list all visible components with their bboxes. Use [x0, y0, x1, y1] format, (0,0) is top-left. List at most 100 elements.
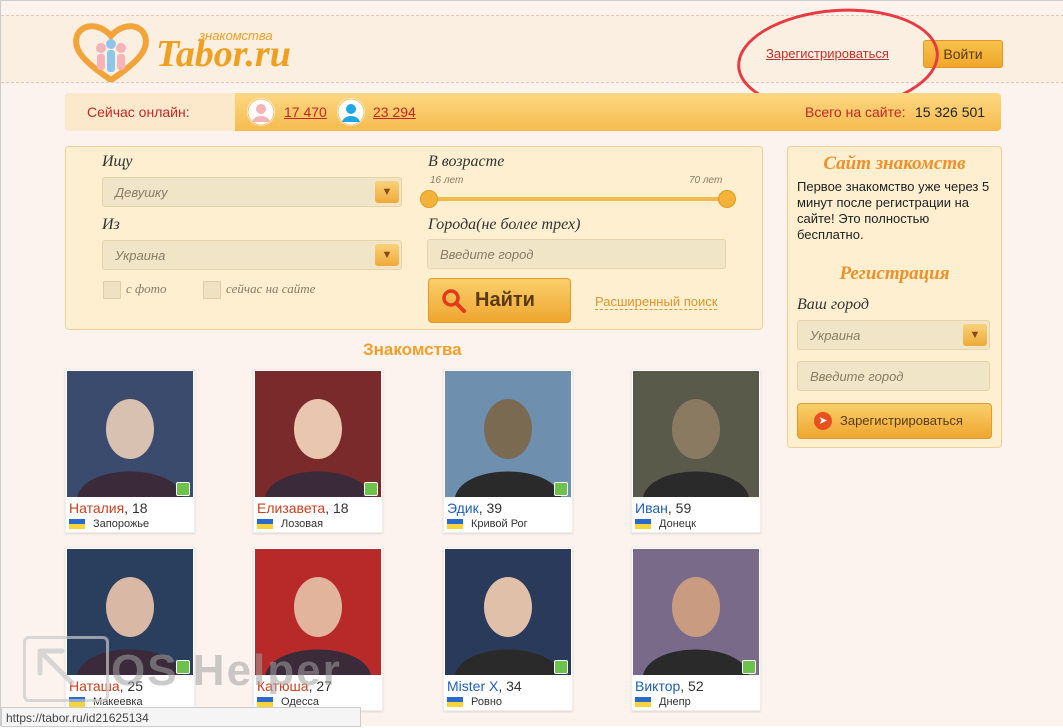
profile-name[interactable]: Иван [635, 500, 668, 516]
cities-label: Города(не более трех) [428, 216, 581, 233]
profile-name[interactable]: Mister X [447, 678, 498, 694]
profile-card[interactable]: Елизавета, 18 Лозовая [253, 369, 383, 533]
sidebar-register-button[interactable]: ➤ Зарегистрироваться [797, 403, 992, 439]
online-now-label[interactable]: сейчас на сайте [226, 281, 315, 297]
profile-city: Ровно [471, 696, 503, 708]
ukraine-flag-icon [69, 519, 85, 530]
profile-photo[interactable] [255, 371, 381, 497]
profile-city-row: Днепр [635, 696, 691, 708]
profile-city: Днепр [659, 696, 691, 708]
profile-card[interactable]: Иван, 59 Донецк [631, 369, 761, 533]
age-min-label: 16 лет [430, 175, 464, 186]
sidebar-country-value: Украина [810, 328, 861, 343]
seek-select[interactable]: Девушку ▼ [102, 177, 402, 207]
profile-name[interactable]: Эдик [447, 500, 479, 516]
profile-age: , 52 [680, 678, 704, 694]
profile-name-row: Наталия, 18 [69, 500, 148, 516]
profile-name[interactable]: Наталия [69, 500, 124, 516]
profile-city-row: Ровно [447, 696, 502, 708]
registration-title: Регистрация [839, 263, 950, 284]
total-label: Всего на сайте: [805, 104, 906, 120]
arrow-right-icon: ➤ [814, 412, 832, 430]
ukraine-flag-icon [447, 519, 463, 530]
ukraine-flag-icon [635, 519, 651, 530]
profile-name-row: Виктор, 52 [635, 678, 704, 694]
profile-photo[interactable] [67, 371, 193, 497]
sidebar-text: Первое знакомство уже через 5 минут посл… [797, 179, 990, 242]
sidebar: Сайт знакомств Первое знакомство уже чер… [787, 146, 1002, 448]
age-label: В возрасте [428, 153, 505, 170]
online-bar: Сейчас онлайн: 17 470 23 294 Всего на са… [65, 93, 1001, 131]
profile-name-row: Елизавета, 18 [257, 500, 349, 516]
logo-heart-icon[interactable] [71, 22, 151, 82]
profile-card[interactable]: Mister X, 34 Ровно [443, 547, 573, 711]
profile-age: , 18 [325, 500, 349, 516]
chevron-down-icon[interactable]: ▼ [375, 181, 399, 203]
online-label-box: Сейчас онлайн: [65, 93, 235, 131]
profile-photo[interactable] [445, 549, 571, 675]
country-select[interactable]: Украина ▼ [102, 240, 402, 270]
men-online-count[interactable]: 23 294 [373, 104, 416, 120]
profile-name[interactable]: Елизавета [257, 500, 325, 516]
age-max-label: 70 лет [689, 175, 723, 186]
profile-city: Запорожье [93, 518, 150, 530]
sidebar-register-label: Зарегистрироваться [840, 413, 963, 428]
ukraine-flag-icon [635, 697, 651, 708]
profile-card[interactable]: Виктор, 52 Днепр [631, 547, 761, 711]
android-app-icon [364, 482, 378, 496]
profile-name[interactable]: Виктор [635, 678, 680, 694]
with-photo-label[interactable]: с фото [126, 281, 166, 297]
seek-select-value: Девушку [115, 185, 168, 200]
sidebar-country-select[interactable]: Украина ▼ [797, 320, 990, 350]
age-slider-min-handle[interactable] [420, 190, 438, 208]
profile-card[interactable]: Эдик, 39 Кривой Рог [443, 369, 573, 533]
profile-age: , 39 [478, 500, 503, 516]
online-label: Сейчас онлайн: [87, 104, 190, 120]
extended-search-word-2: поиск [683, 294, 718, 309]
profile-photo[interactable] [633, 371, 759, 497]
logo-subtitle: знакомства [199, 28, 273, 43]
extended-search-link[interactable]: Расширенный поиск [595, 294, 718, 310]
profile-name-row: Mister X, 34 [447, 678, 522, 694]
online-now-checkbox[interactable] [203, 281, 221, 299]
chevron-down-icon[interactable]: ▼ [963, 324, 987, 346]
android-app-icon [554, 482, 568, 496]
section-title: Знакомства [363, 340, 462, 359]
search-icon [442, 289, 466, 313]
women-online-count[interactable]: 17 470 [284, 104, 327, 120]
age-slider-max-handle[interactable] [718, 190, 736, 208]
profile-name-row: Эдик, 39 [447, 500, 502, 516]
find-button[interactable]: Найти [428, 278, 571, 323]
find-button-label: Найти [475, 289, 535, 311]
seek-label: Ищу [102, 153, 133, 170]
age-slider-track[interactable] [428, 197, 726, 201]
android-app-icon [742, 660, 756, 674]
country-select-value: Украина [115, 248, 166, 263]
cursor-arrow-icon [37, 648, 75, 686]
city-input[interactable]: Введите город [427, 239, 726, 269]
from-label: Из [102, 216, 120, 233]
page: Tabor.ru знакомства Зарегистрироваться В… [0, 0, 1063, 727]
ukraine-flag-icon [447, 697, 463, 708]
android-app-icon [176, 482, 190, 496]
watermark-text: OS Helper [111, 646, 342, 695]
profile-age: , 18 [124, 500, 148, 516]
total-value: 15 326 501 [915, 104, 986, 120]
profile-card[interactable]: Наталия, 18 Запорожье [65, 369, 195, 533]
male-avatar-icon [337, 98, 365, 126]
ukraine-flag-icon [257, 519, 273, 530]
sidebar-city-input[interactable]: Введите город [797, 361, 990, 391]
profile-photo[interactable] [633, 549, 759, 675]
chevron-down-icon[interactable]: ▼ [375, 244, 399, 266]
profile-city-row: Лозовая [257, 518, 323, 530]
profile-age: , 34 [498, 678, 522, 694]
profile-name-row: Иван, 59 [635, 500, 691, 516]
profile-photo[interactable] [445, 371, 571, 497]
android-app-icon [554, 660, 568, 674]
profile-city: Кривой Рог [471, 518, 528, 530]
profile-city: Донецк [659, 518, 696, 530]
profile-city: Лозовая [281, 518, 324, 530]
extended-search-word-1: Расширенный [595, 294, 681, 309]
with-photo-checkbox[interactable] [103, 281, 121, 299]
female-avatar-icon [247, 98, 275, 126]
